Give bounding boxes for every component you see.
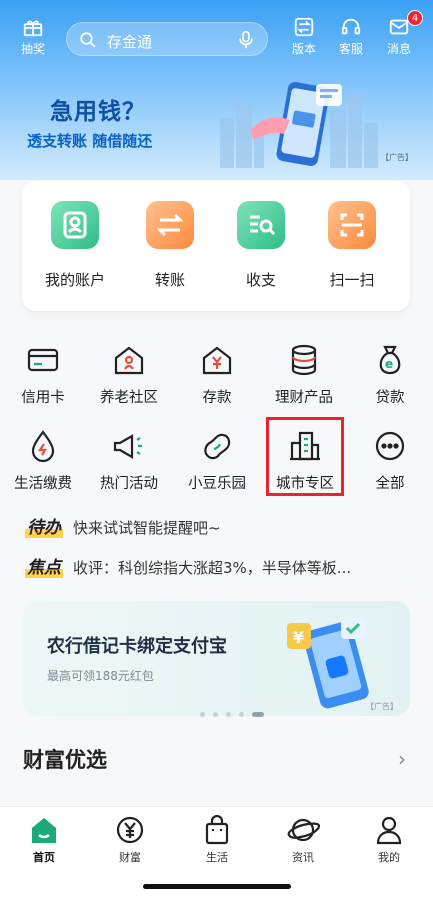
- home-icon: [32, 818, 56, 843]
- todo-tag: 待办: [25, 518, 63, 538]
- megaphone-icon: [113, 434, 142, 459]
- search-placeholder: 存金通: [107, 33, 153, 51]
- tab-life-label: 生活: [206, 851, 228, 864]
- todo-text: 快来试试智能提醒吧~: [73, 519, 221, 537]
- wealth-section-title: 财富优选: [23, 748, 107, 772]
- bean-park-label: 小豆乐园: [188, 476, 246, 492]
- all-services-label: 全部: [375, 476, 405, 492]
- service-label: 客服: [338, 42, 363, 56]
- promo-banner[interactable]: 农行借记卡绑定支付宝 最高可领188元红包 ¥ 【广告】: [23, 601, 410, 717]
- hot-events-button[interactable]: 热门活动: [86, 426, 172, 493]
- tab-home[interactable]: 首页: [14, 815, 74, 865]
- focus-text: 收评：科创综指大涨超3%，半导体等板...: [73, 559, 352, 577]
- scan-label: 扫一扫: [329, 271, 375, 289]
- transfer-label: 转账: [154, 271, 185, 289]
- wealth-section-arrow[interactable]: ›: [398, 747, 406, 771]
- svg-text:¥: ¥: [293, 628, 304, 647]
- utility-drop-icon: [31, 430, 55, 463]
- tab-wealth-label: 财富: [119, 851, 141, 864]
- version-button[interactable]: 版本: [284, 16, 324, 57]
- city-zone-highlight: [266, 417, 344, 496]
- wealth-products-button[interactable]: 理财产品: [261, 340, 347, 407]
- alipay-phone-illustration: ¥: [287, 617, 369, 709]
- tab-wealth[interactable]: 财富: [100, 815, 160, 865]
- deposit-label: 存款: [202, 390, 232, 406]
- focus-notice[interactable]: 焦点 收评：科创综指大涨超3%，半导体等板...: [25, 553, 351, 578]
- messages-label: 消息: [386, 42, 411, 56]
- coin-stack-icon: [291, 344, 317, 376]
- deposit-house-icon: [202, 346, 232, 375]
- hot-events-label: 热门活动: [100, 476, 158, 492]
- promo-title: 农行借记卡绑定支付宝: [47, 636, 227, 657]
- transfer-icon: [146, 201, 194, 249]
- search-icon: [80, 32, 96, 48]
- focus-tag: 焦点: [25, 558, 63, 578]
- loan-label: 贷款: [375, 390, 405, 406]
- carousel-dots: [200, 702, 272, 721]
- banner-title: 急用钱？: [50, 99, 146, 125]
- hero-banner[interactable]: 抽奖 存金通 版本 客服 消息 4 急用钱？ 透支转账 随借随还 【广告】: [0, 0, 433, 180]
- more-dots-icon: [375, 431, 405, 461]
- utility-payment-label: 生活缴费: [14, 476, 72, 492]
- my-account-label: 我的账户: [44, 271, 105, 289]
- wealth-products-label: 理财产品: [275, 390, 333, 406]
- gift-icon: [23, 20, 43, 37]
- credit-card-label: 信用卡: [21, 390, 65, 406]
- search-input[interactable]: 存金通: [66, 22, 268, 56]
- bean-park-button[interactable]: 小豆乐园: [174, 426, 260, 493]
- home-indicator[interactable]: [143, 884, 291, 889]
- banner-subtitle: 透支转账 随借随还: [27, 132, 153, 150]
- scan-icon: [328, 201, 376, 249]
- todo-notice[interactable]: 待办 快来试试智能提醒吧~: [25, 513, 221, 538]
- tab-mine[interactable]: 我的: [359, 815, 419, 865]
- phone-illustration: [220, 82, 378, 168]
- scan-button[interactable]: 扫一扫: [312, 201, 392, 290]
- income-expense-label: 收支: [245, 271, 276, 289]
- version-label: 版本: [291, 42, 316, 56]
- utility-payment-button[interactable]: 生活缴费: [0, 426, 86, 493]
- elderly-community-label: 养老社区: [100, 390, 158, 406]
- user-card-icon: [51, 201, 99, 249]
- elderly-community-button[interactable]: 养老社区: [86, 340, 172, 407]
- bean-icon: [204, 433, 231, 460]
- credit-card-icon: [27, 348, 59, 372]
- my-account-button[interactable]: 我的账户: [35, 201, 115, 290]
- quick-actions-card: 我的账户 转账 收支 扫一扫: [22, 181, 410, 311]
- income-expense-button[interactable]: 收支: [221, 201, 301, 290]
- banner-ad-tag: 【广告】: [381, 153, 413, 162]
- yen-circle-icon: [116, 816, 144, 844]
- message-count-badge: 4: [407, 10, 423, 26]
- shopping-bag-icon: [205, 815, 229, 845]
- tab-news-label: 资讯: [292, 851, 314, 864]
- tab-life[interactable]: 生活: [187, 815, 247, 865]
- elderly-home-icon: [114, 346, 144, 375]
- transfer-button[interactable]: 转账: [130, 201, 210, 290]
- version-switch-icon: [294, 17, 314, 37]
- lottery-button[interactable]: 抽奖: [13, 16, 53, 57]
- customer-service-button[interactable]: 客服: [331, 16, 371, 57]
- loan-button[interactable]: e 贷款: [347, 340, 433, 407]
- tab-home-label: 首页: [33, 851, 55, 864]
- credit-card-button[interactable]: 信用卡: [0, 340, 86, 407]
- top-bar: 抽奖 存金通 版本 客服 消息 4: [0, 10, 433, 64]
- microphone-icon[interactable]: [237, 30, 255, 50]
- planet-icon: [287, 818, 320, 842]
- headset-icon: [341, 18, 361, 35]
- money-bag-icon: e: [379, 345, 401, 375]
- messages-button[interactable]: 消息 4: [379, 10, 423, 57]
- promo-subtitle: 最高可领188元红包: [47, 669, 154, 683]
- tab-news[interactable]: 资讯: [273, 815, 333, 865]
- person-icon: [376, 816, 402, 845]
- promo-ad-tag: 【广告】: [366, 702, 398, 711]
- deposit-button[interactable]: 存款: [174, 340, 260, 407]
- svg-text:e: e: [385, 357, 393, 371]
- ledger-search-icon: [237, 201, 285, 249]
- all-services-button[interactable]: 全部: [347, 426, 433, 493]
- tab-mine-label: 我的: [378, 851, 400, 864]
- lottery-label: 抽奖: [20, 42, 45, 56]
